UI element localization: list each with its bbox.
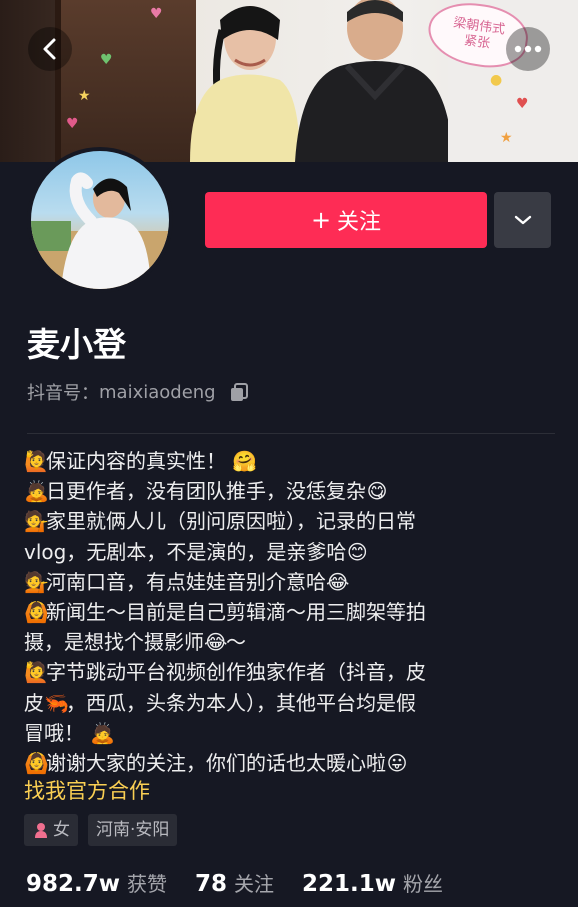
recommend-dropdown-button[interactable]: [494, 192, 551, 248]
smiling-face-emoji-icon: 😊: [346, 539, 368, 564]
profile-banner-image: 梁朝伟式 紧张 ★ ♥ ♥ ♥ ♥ ★ ●: [0, 0, 578, 162]
douyin-id-value: maixiaodeng: [99, 381, 216, 403]
follow-label: 关注: [337, 210, 382, 235]
female-icon: [32, 821, 50, 839]
raising-hand-emoji-icon: 🙋: [24, 660, 49, 685]
followers-stat[interactable]: 221.1w 粉丝: [302, 868, 443, 897]
person-gesturing-ok-emoji-icon: 🙆: [24, 751, 49, 776]
bio-line: 冒哦！ 🙇: [24, 718, 544, 748]
woman-tipping-hand-emoji-icon: 💁: [24, 569, 49, 594]
sticker-heart: ♥: [100, 52, 113, 68]
bowing-emoji-icon: 🙇: [24, 479, 49, 504]
avatar[interactable]: [27, 147, 173, 293]
banner-person-left: [190, 6, 300, 162]
bio-line: 💁河南口音，有点娃娃音别介意哈😂: [24, 567, 544, 597]
back-button[interactable]: [28, 27, 72, 71]
bio-line: vlog，无剧本，不是演的，是亲爹哈😊: [24, 537, 544, 567]
plus-icon: +: [310, 206, 332, 234]
bio-line: 🙋保证内容的真实性！ 🤗: [24, 446, 544, 476]
bio-line: 🙇日更作者，没有团队推手，没恁复杂😋: [24, 476, 544, 506]
bio-line: 🙆谢谢大家的关注，你们的话也太暖心啦😛: [24, 748, 544, 778]
sticker-heart-top: ♥: [150, 6, 163, 22]
bio-line: 🙆新闻生～目前是自己剪辑滴～用三脚架等拍: [24, 597, 544, 627]
tongue-face-emoji-icon: 😛: [386, 751, 408, 776]
profile-stats: 982.7w 获赞 78 关注 221.1w 粉丝: [26, 868, 471, 897]
chevron-left-icon: [43, 38, 56, 60]
person-gesturing-ok-emoji-icon: 🙆: [24, 600, 49, 625]
sticker-heart-pink: ♥: [66, 116, 79, 132]
more-dots-icon: [514, 45, 542, 53]
sticker-sun: ●: [490, 72, 503, 88]
avatar-photo: [31, 172, 169, 289]
chevron-down-icon: [514, 215, 531, 225]
douyin-id-row: 抖音号： maixiaodeng: [27, 379, 250, 405]
location-tag: 河南·安阳: [88, 814, 178, 846]
bio-line: 皮🦐，西瓜，头条为本人），其他平台均是假: [24, 688, 544, 718]
sticker-star-right: ★: [500, 130, 513, 146]
woman-tipping-hand-emoji-icon: 💁: [24, 509, 49, 534]
nickname: 麦小登: [27, 325, 126, 364]
bio-line: 🙋字节跳动平台视频创作独家作者（抖音，皮: [24, 657, 544, 687]
tears-of-joy-emoji-icon: 😂: [204, 630, 228, 655]
bio-line: 💁家里就俩人儿（别问原因啦），记录的日常: [24, 506, 544, 536]
follow-button[interactable]: + 关注: [205, 192, 487, 248]
sticker-star: ★: [78, 88, 91, 104]
bio: 🙋保证内容的真实性！ 🤗 🙇日更作者，没有团队推手，没恁复杂😋 💁家里就俩人儿（…: [24, 446, 544, 778]
likes-stat[interactable]: 982.7w 获赞: [26, 868, 167, 897]
yum-face-emoji-icon: 😋: [366, 479, 388, 504]
profile-tags: 女 河南·安阳: [24, 814, 178, 846]
tears-of-joy-emoji-icon: 😂: [326, 569, 350, 594]
sticker-heart-right: ♥: [516, 96, 529, 112]
more-button[interactable]: [506, 27, 550, 71]
raising-hand-emoji-icon: 🙋: [24, 449, 49, 473]
following-stat[interactable]: 78 关注: [195, 868, 274, 897]
divider: [27, 433, 555, 434]
profile-page: 梁朝伟式 紧张 ★ ♥ ♥ ♥ ♥ ★ ● + 关注 麦小登 抖音号： maix…: [0, 0, 578, 907]
copy-icon[interactable]: [228, 381, 250, 403]
business-cooperation-link[interactable]: 找我官方合作: [24, 775, 150, 805]
shrimp-emoji-icon: 🦐: [44, 690, 69, 715]
hugging-face-emoji-icon: 🤗: [232, 449, 258, 473]
bowing-emoji-icon: 🙇: [90, 720, 116, 745]
bio-line: 摄，是想找个摄影师😂～: [24, 627, 544, 657]
douyin-id-label: 抖音号：: [27, 383, 99, 404]
gender-tag: 女: [24, 814, 78, 846]
